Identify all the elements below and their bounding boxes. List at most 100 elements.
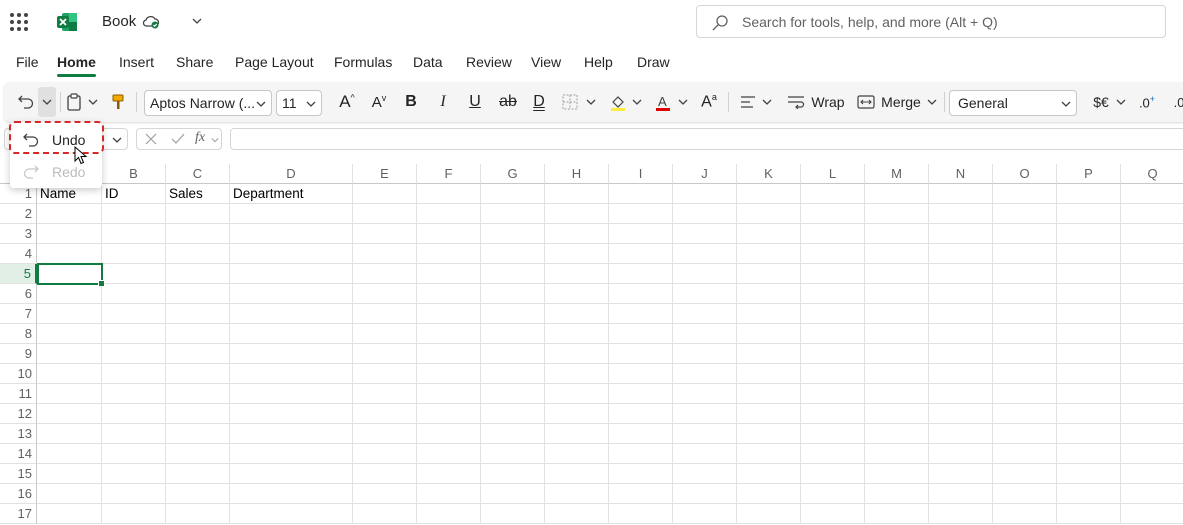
grid-cell[interactable] [102, 344, 166, 364]
grid-cell[interactable] [230, 324, 353, 344]
tab-formulas[interactable]: Formulas [334, 54, 392, 70]
grid-cell[interactable] [37, 444, 102, 464]
grid-cell[interactable] [166, 364, 230, 384]
column-header[interactable]: M [865, 164, 929, 184]
grid-cell[interactable] [801, 304, 865, 324]
grid-cell[interactable] [37, 384, 102, 404]
cloud-saved-icon[interactable] [142, 12, 160, 30]
grid-cell[interactable] [801, 204, 865, 224]
grid-cell[interactable] [417, 464, 481, 484]
grid-cell[interactable] [929, 424, 993, 444]
grid-cell[interactable] [865, 184, 929, 204]
grid-cell[interactable] [993, 424, 1057, 444]
grid-cell[interactable] [166, 464, 230, 484]
cell-d1[interactable]: Department [230, 184, 353, 204]
grid-cell[interactable] [993, 464, 1057, 484]
grid-cell[interactable] [1057, 184, 1121, 204]
grid-cell[interactable] [102, 504, 166, 524]
column-header[interactable]: C [166, 164, 230, 184]
grid-cell[interactable] [801, 504, 865, 524]
grid-cell[interactable] [37, 504, 102, 524]
grid-cell[interactable] [1121, 324, 1183, 344]
grid-cell[interactable] [609, 284, 673, 304]
grid-cell[interactable] [609, 324, 673, 344]
grid-cell[interactable] [417, 284, 481, 304]
grid-cell[interactable] [737, 244, 801, 264]
tab-view[interactable]: View [531, 54, 561, 70]
grid-cell[interactable] [801, 384, 865, 404]
row-header[interactable]: 5 [0, 264, 37, 284]
column-header[interactable]: N [929, 164, 993, 184]
grid-cell[interactable] [417, 484, 481, 504]
grid-cell[interactable] [353, 464, 417, 484]
grid-cell[interactable] [929, 344, 993, 364]
merge-button[interactable]: Merge [856, 82, 938, 122]
grid-cell[interactable] [37, 404, 102, 424]
grid-cell[interactable] [417, 324, 481, 344]
grid-cell[interactable] [230, 384, 353, 404]
app-launcher-icon[interactable] [10, 13, 28, 31]
grid-cell[interactable] [609, 424, 673, 444]
grid-cell[interactable] [993, 504, 1057, 524]
grid-cell[interactable] [993, 304, 1057, 324]
grid-cell[interactable] [353, 444, 417, 464]
grid-cell[interactable] [865, 364, 929, 384]
tab-data[interactable]: Data [413, 54, 443, 70]
grid-cell[interactable] [801, 464, 865, 484]
grid-cell[interactable] [230, 364, 353, 384]
grid-cell[interactable] [417, 244, 481, 264]
grid-cell[interactable] [737, 504, 801, 524]
column-header[interactable]: B [102, 164, 166, 184]
grid-cell[interactable] [1057, 424, 1121, 444]
grid-cell[interactable] [801, 484, 865, 504]
grid-cell[interactable] [37, 464, 102, 484]
grid-cell[interactable] [545, 224, 609, 244]
grid-cell[interactable] [481, 344, 545, 364]
grid-cell[interactable] [102, 244, 166, 264]
grid-cell[interactable] [1121, 304, 1183, 324]
row-header[interactable]: 3 [0, 224, 37, 244]
paste-button[interactable] [64, 82, 84, 122]
grid-cell[interactable] [102, 404, 166, 424]
column-header[interactable]: F [417, 164, 481, 184]
grid-cell[interactable] [865, 484, 929, 504]
grid-cell[interactable] [166, 244, 230, 264]
grid-cell[interactable] [230, 224, 353, 244]
underline-button[interactable]: U [466, 82, 484, 122]
grid-cell[interactable] [993, 384, 1057, 404]
column-header[interactable]: H [545, 164, 609, 184]
grid-cell[interactable] [37, 364, 102, 384]
grid-cell[interactable] [353, 264, 417, 284]
grid-cell[interactable] [993, 264, 1057, 284]
grid-cell[interactable] [417, 304, 481, 324]
grid-cell[interactable] [1057, 204, 1121, 224]
grid-cell[interactable] [1057, 264, 1121, 284]
currency-button[interactable]: $€ [1090, 82, 1112, 122]
grid-cell[interactable] [481, 304, 545, 324]
grid-cell[interactable] [801, 284, 865, 304]
grid-cell[interactable] [929, 204, 993, 224]
grid-cell[interactable] [1057, 344, 1121, 364]
grid-cell[interactable] [1057, 284, 1121, 304]
grid-cell[interactable] [673, 404, 737, 424]
grid-cell[interactable] [865, 424, 929, 444]
grid-cell[interactable] [993, 184, 1057, 204]
grid-cell[interactable] [166, 284, 230, 304]
grid-cell[interactable] [1057, 464, 1121, 484]
grid-cell[interactable] [673, 324, 737, 344]
grid-cell[interactable] [166, 444, 230, 464]
grid-cell[interactable] [417, 184, 481, 204]
tab-share[interactable]: Share [176, 54, 213, 70]
grid-cell[interactable] [801, 264, 865, 284]
grid-cell[interactable] [353, 284, 417, 304]
fill-color-button[interactable] [608, 82, 628, 122]
double-underline-button[interactable]: D [530, 82, 548, 122]
row-header[interactable]: 14 [0, 444, 37, 464]
grid-cell[interactable] [929, 244, 993, 264]
font-size-select[interactable]: 11 [276, 90, 322, 116]
grid-cell[interactable] [417, 264, 481, 284]
grid-cell[interactable] [865, 464, 929, 484]
grid-cell[interactable] [609, 384, 673, 404]
grid-cell[interactable] [1057, 324, 1121, 344]
grid-cell[interactable] [609, 364, 673, 384]
